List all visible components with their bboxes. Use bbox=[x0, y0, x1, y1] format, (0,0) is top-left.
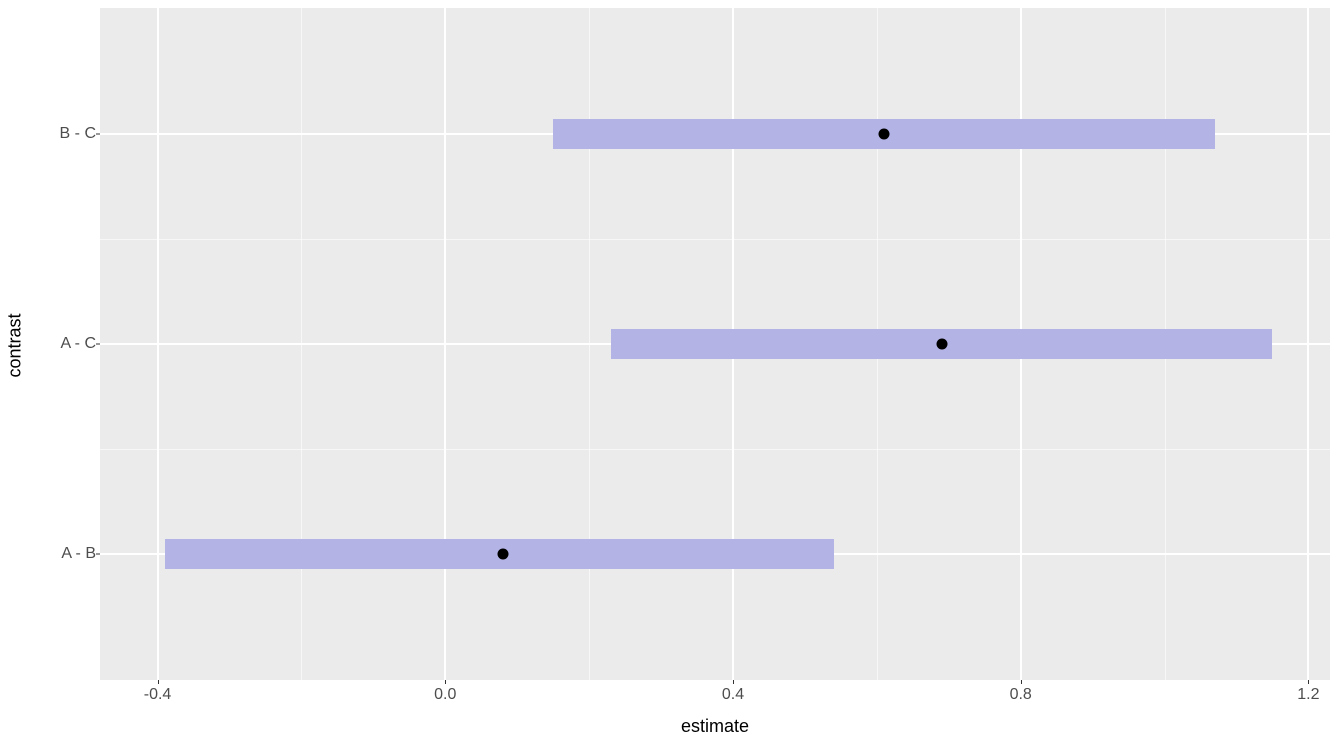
y-tick-label: A - C bbox=[60, 335, 96, 353]
y-tick-mark bbox=[96, 134, 100, 135]
x-tick-label: 1.2 bbox=[1297, 686, 1319, 704]
grid-h-minor bbox=[100, 449, 1330, 450]
estimate-point bbox=[936, 339, 947, 350]
x-tick-label: -0.4 bbox=[144, 686, 172, 704]
grid-v-major bbox=[157, 8, 159, 680]
grid-v-major bbox=[1307, 8, 1309, 680]
x-axis-title-text: estimate bbox=[681, 716, 749, 736]
chart-container: contrast -0.40.00.40.81.2A - BA - CB - C… bbox=[0, 0, 1344, 739]
x-axis-title: estimate bbox=[100, 716, 1330, 737]
y-tick-mark bbox=[96, 344, 100, 345]
x-tick-mark bbox=[733, 680, 734, 684]
grid-v-minor bbox=[301, 8, 302, 680]
x-tick-label: 0.0 bbox=[434, 686, 456, 704]
x-tick-mark bbox=[158, 680, 159, 684]
x-tick-mark bbox=[445, 680, 446, 684]
x-tick-label: 0.8 bbox=[1010, 686, 1032, 704]
plot-panel: -0.40.00.40.81.2A - BA - CB - C bbox=[100, 8, 1330, 680]
grid-h-minor bbox=[100, 239, 1330, 240]
y-axis-title: contrast bbox=[0, 0, 30, 690]
y-axis-title-text: contrast bbox=[5, 313, 26, 377]
y-tick-label: A - B bbox=[61, 545, 96, 563]
y-tick-label: B - C bbox=[60, 125, 96, 143]
grid-v-major bbox=[444, 8, 446, 680]
x-tick-mark bbox=[1308, 680, 1309, 684]
estimate-point bbox=[497, 549, 508, 560]
grid-v-minor bbox=[589, 8, 590, 680]
x-tick-mark bbox=[1021, 680, 1022, 684]
estimate-point bbox=[879, 129, 890, 140]
y-tick-mark bbox=[96, 554, 100, 555]
x-tick-label: 0.4 bbox=[722, 686, 744, 704]
